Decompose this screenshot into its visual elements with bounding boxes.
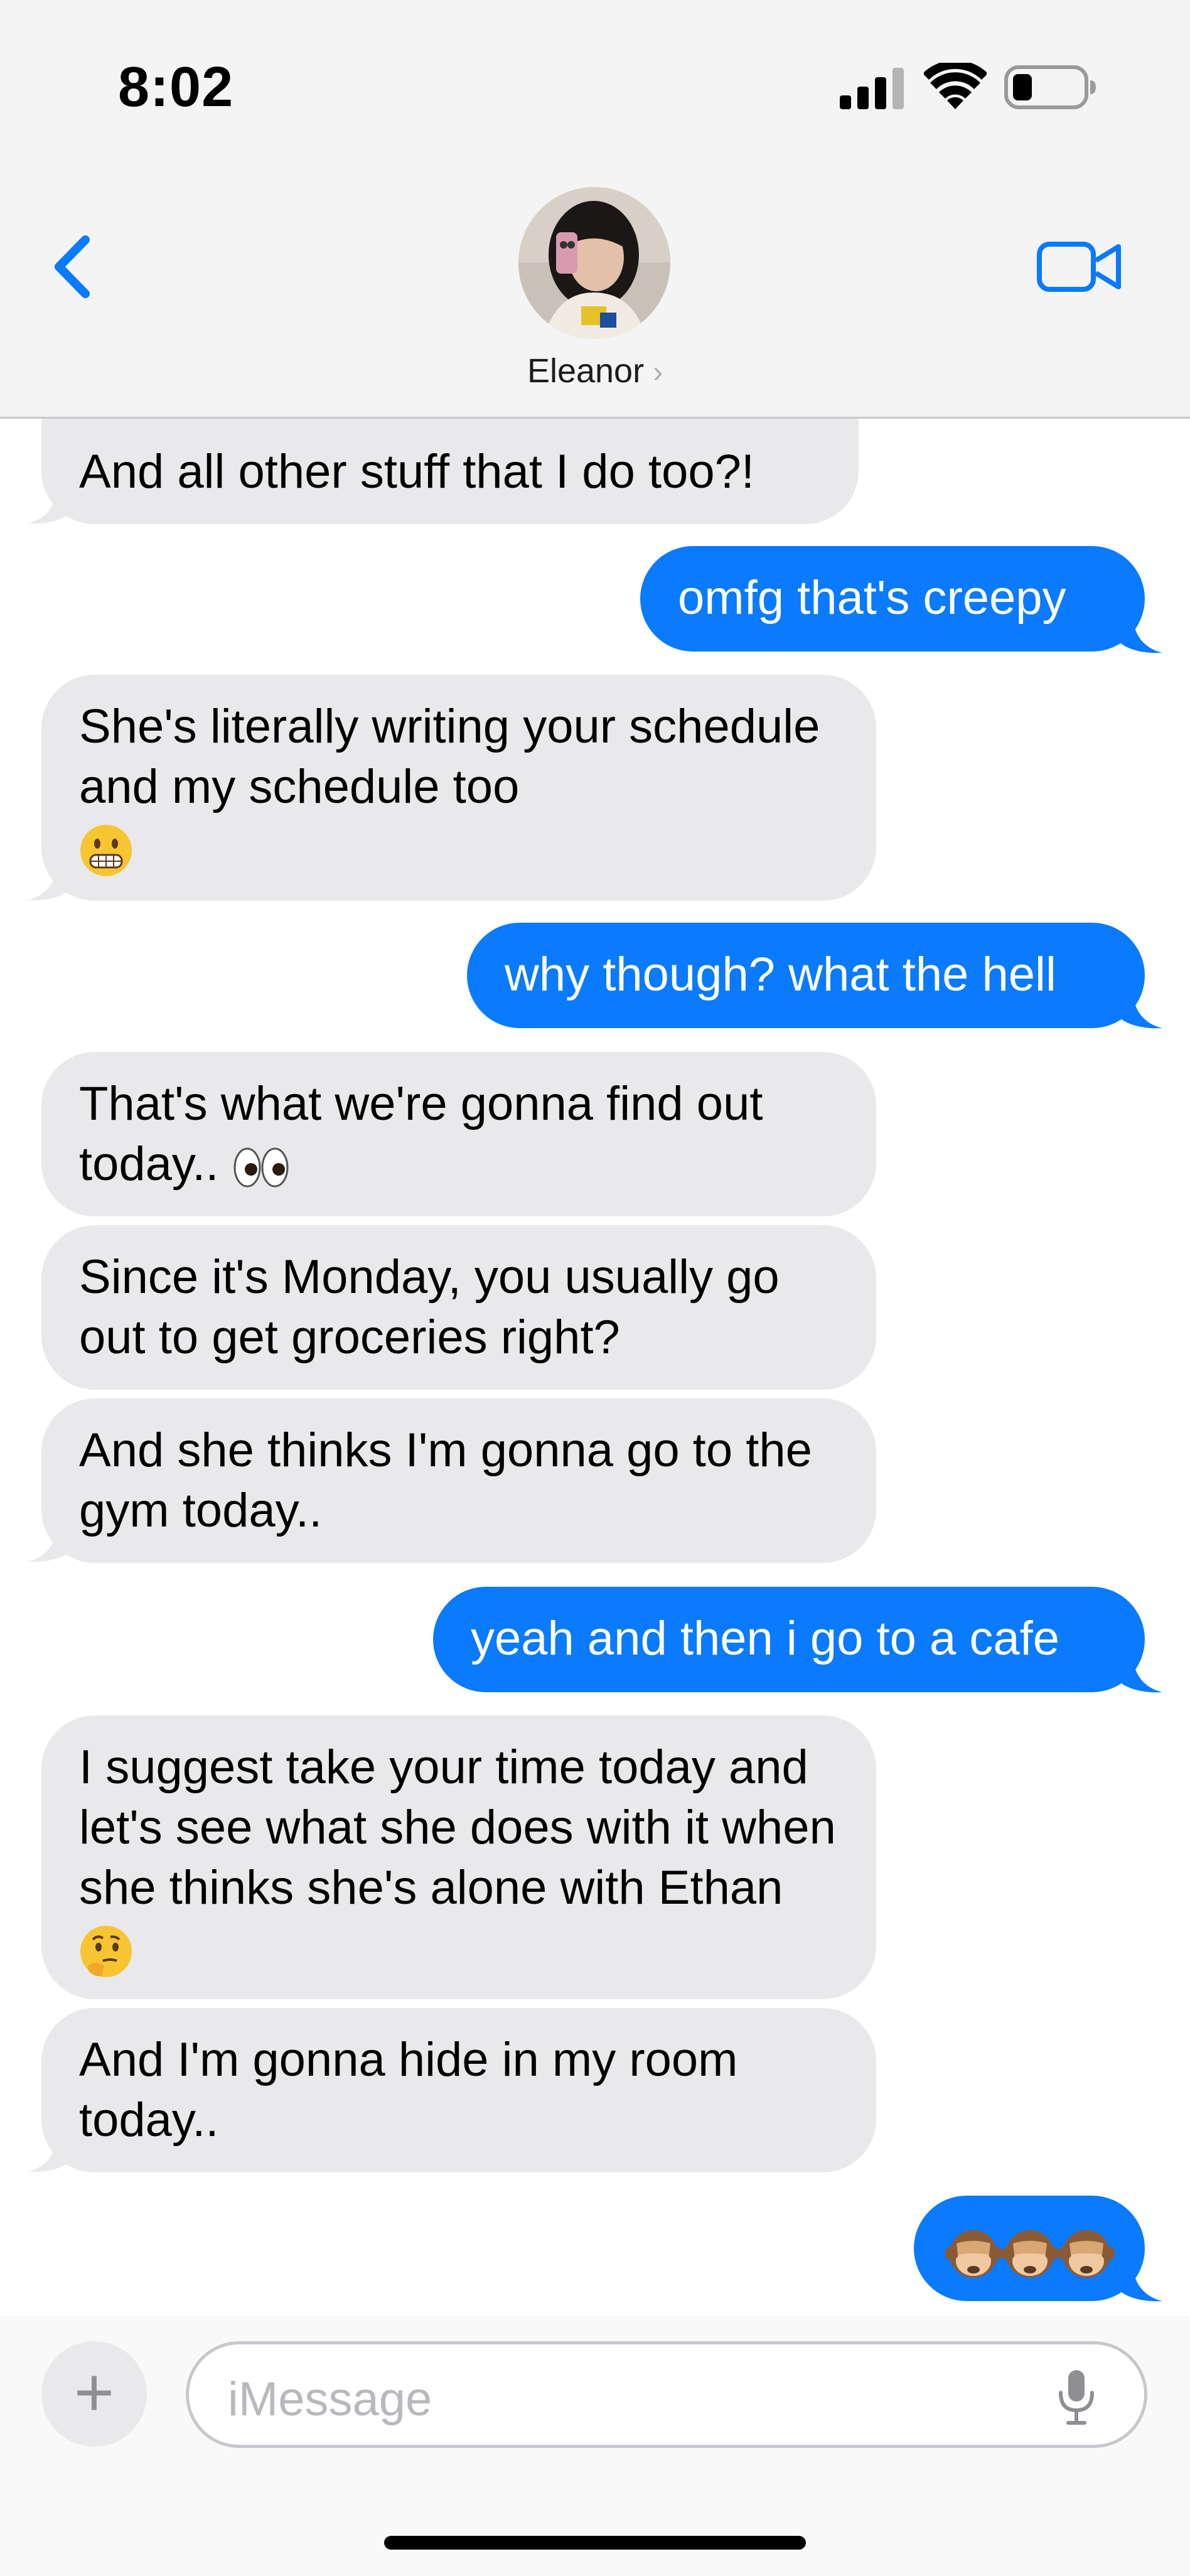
grimacing-face-emoji	[80, 824, 132, 876]
message-bubble-received[interactable]: That's what we're gonna find out today..	[41, 1052, 876, 1216]
message-bubble-sent[interactable]: omfg that's creepy	[640, 546, 1145, 652]
bubble-tail	[1115, 993, 1162, 1029]
message-text: That's what we're gonna find out today..	[79, 1077, 763, 1191]
message-text: She's literally writing your schedule an…	[79, 700, 820, 813]
cellular-signal-icon	[840, 68, 904, 109]
message-text: And she thinks I'm gonna go to the gym t…	[79, 1424, 812, 1537]
bubble-tail	[28, 1527, 75, 1562]
microphone-icon[interactable]	[1056, 2368, 1097, 2428]
message-text: yeah and then i go to a cafe	[471, 1612, 1060, 1665]
add-attachment-button[interactable]: +	[41, 2341, 147, 2447]
message-bubble-received[interactable]: And I'm gonna hide in my room today..	[41, 2008, 876, 2172]
video-camera-icon	[1037, 242, 1121, 292]
chevron-right-icon: ›	[653, 356, 663, 389]
thinking-face-emoji	[80, 1925, 132, 1977]
message-text: I suggest take your time today and let's…	[79, 1741, 836, 1914]
bubble-tail	[1115, 618, 1162, 653]
conversation-header: 8:02 Eleanor ›	[0, 0, 1190, 419]
chevron-left-icon	[55, 235, 90, 298]
bubble-tail	[28, 865, 75, 901]
imessage-placeholder: iMessage	[228, 2373, 432, 2426]
bubble-tail	[1115, 1657, 1162, 1693]
contact-name-button[interactable]: Eleanor ›	[0, 352, 1190, 390]
contact-avatar[interactable]	[518, 187, 670, 339]
bubble-tail	[1115, 2266, 1162, 2302]
plus-icon: +	[73, 2354, 115, 2431]
message-bubble-sent[interactable]	[914, 2196, 1145, 2301]
message-text: And all other stuff that I do too?!	[79, 445, 754, 498]
message-text: Since it's Monday, you usually go out to…	[79, 1250, 780, 1364]
message-bubble-received[interactable]: She's literally writing your schedule an…	[41, 675, 876, 901]
message-text: omfg that's creepy	[678, 571, 1066, 625]
message-text: And I'm gonna hide in my room today..	[79, 2033, 738, 2147]
contact-name: Eleanor	[527, 352, 645, 390]
message-bubble-sent[interactable]: why though? what the hell	[467, 923, 1145, 1028]
back-button[interactable]	[45, 226, 102, 308]
message-bubble-sent[interactable]: yeah and then i go to a cafe	[433, 1587, 1145, 1692]
wifi-icon	[924, 63, 987, 109]
imessage-input[interactable]: iMessage	[186, 2341, 1147, 2448]
message-text: why though? what the hell	[505, 948, 1056, 1001]
message-bubble-received[interactable]: And all other stuff that I do too?!	[41, 419, 859, 524]
home-indicator[interactable]	[384, 2536, 806, 2550]
bubble-tail	[28, 2137, 75, 2172]
video-call-button[interactable]	[1036, 235, 1123, 298]
message-bubble-received[interactable]: I suggest take your time today and let's…	[41, 1715, 876, 1999]
message-bubble-received[interactable]: Since it's Monday, you usually go out to…	[41, 1225, 876, 1390]
eyes-emoji	[233, 1147, 289, 1188]
see-no-evil-monkey-icon	[945, 2230, 1115, 2278]
battery-icon	[1004, 65, 1096, 109]
status-time: 8:02	[118, 56, 234, 119]
bubble-tail	[28, 488, 75, 524]
message-bubble-received[interactable]: And she thinks I'm gonna go to the gym t…	[41, 1398, 876, 1563]
